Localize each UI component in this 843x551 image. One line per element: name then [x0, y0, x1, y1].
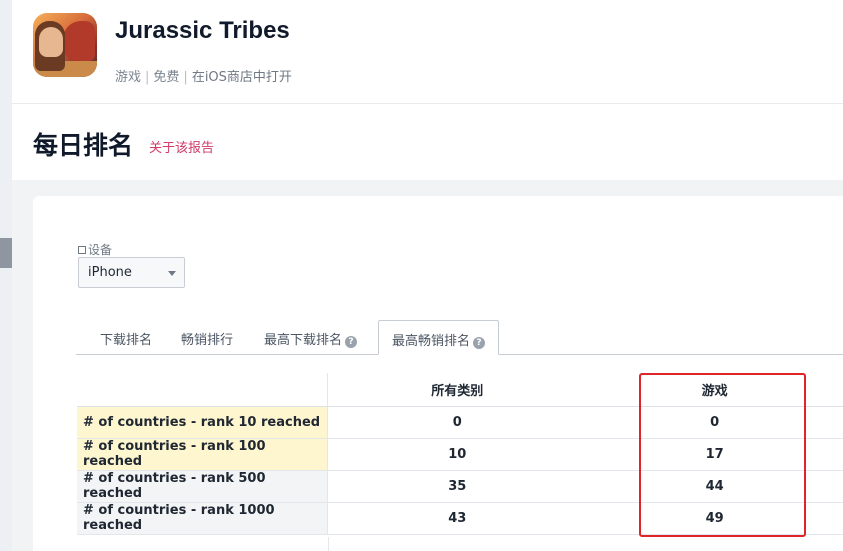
- device-label: 设备: [78, 241, 112, 258]
- table-row: # of countries - rank 500 reached 35 44: [77, 470, 843, 503]
- help-icon[interactable]: ?: [473, 337, 486, 349]
- cell-all-categories: 10: [327, 438, 587, 471]
- page-title: 每日排名: [33, 131, 134, 160]
- cell-games: 49: [586, 502, 843, 535]
- cell-games: 17: [586, 438, 843, 471]
- tab-download-rank[interactable]: 下载排名: [100, 329, 152, 348]
- app-meta: 游戏 | 免费 | 在iOS商店中打开: [115, 70, 292, 85]
- device-select[interactable]: iPhone: [78, 257, 185, 288]
- open-in-ios-store-link[interactable]: 在iOS商店中打开: [192, 70, 292, 85]
- table-row: # of countries - rank 10 reached 0 0: [77, 406, 843, 439]
- section-header: 每日排名 关于该报告: [12, 104, 843, 180]
- tab-top-grossing-rank[interactable]: 最高畅销排名?: [378, 320, 500, 355]
- about-report-link[interactable]: 关于该报告: [149, 137, 214, 156]
- page-scrollbar[interactable]: [0, 0, 12, 551]
- scrollbar-thumb[interactable]: [0, 238, 12, 268]
- row-label: # of countries - rank 500 reached: [77, 470, 329, 503]
- table-divider: [328, 537, 329, 551]
- tab-grossing-rank[interactable]: 畅销排行: [181, 329, 233, 348]
- app-category[interactable]: 游戏: [115, 70, 141, 85]
- row-label: # of countries - rank 1000 reached: [77, 502, 329, 535]
- cell-all-categories: 0: [327, 406, 587, 439]
- cell-all-categories: 35: [327, 470, 587, 503]
- table-row: # of countries - rank 100 reached 10 17: [77, 438, 843, 471]
- help-icon[interactable]: ?: [345, 336, 358, 348]
- device-select-value: iPhone: [88, 265, 132, 280]
- row-label: # of countries - rank 100 reached: [77, 438, 329, 471]
- row-label: # of countries - rank 10 reached: [77, 406, 329, 439]
- table-header-row: 所有类别 游戏: [77, 373, 843, 407]
- table-row: # of countries - rank 1000 reached 43 49: [77, 502, 843, 535]
- app-price: 免费: [153, 70, 180, 85]
- column-header-all-categories: 所有类别: [327, 373, 587, 407]
- app-icon: [33, 13, 97, 77]
- tab-top-download-rank[interactable]: 最高下载排名?: [264, 329, 358, 348]
- chevron-down-icon: [168, 271, 176, 276]
- rank-table: 所有类别 游戏 # of countries - rank 10 reached…: [77, 373, 843, 535]
- cell-all-categories: 43: [327, 502, 587, 535]
- rank-tabs: 下载排名 畅销排行 最高下载排名? 最高畅销排名?: [76, 320, 843, 355]
- app-header: Jurassic Tribes 游戏 | 免费 | 在iOS商店中打开: [12, 0, 843, 104]
- column-header-games: 游戏: [586, 373, 843, 407]
- cell-games: 0: [586, 406, 843, 439]
- app-title: Jurassic Tribes: [115, 17, 290, 44]
- device-icon: [78, 246, 86, 254]
- cell-games: 44: [586, 470, 843, 503]
